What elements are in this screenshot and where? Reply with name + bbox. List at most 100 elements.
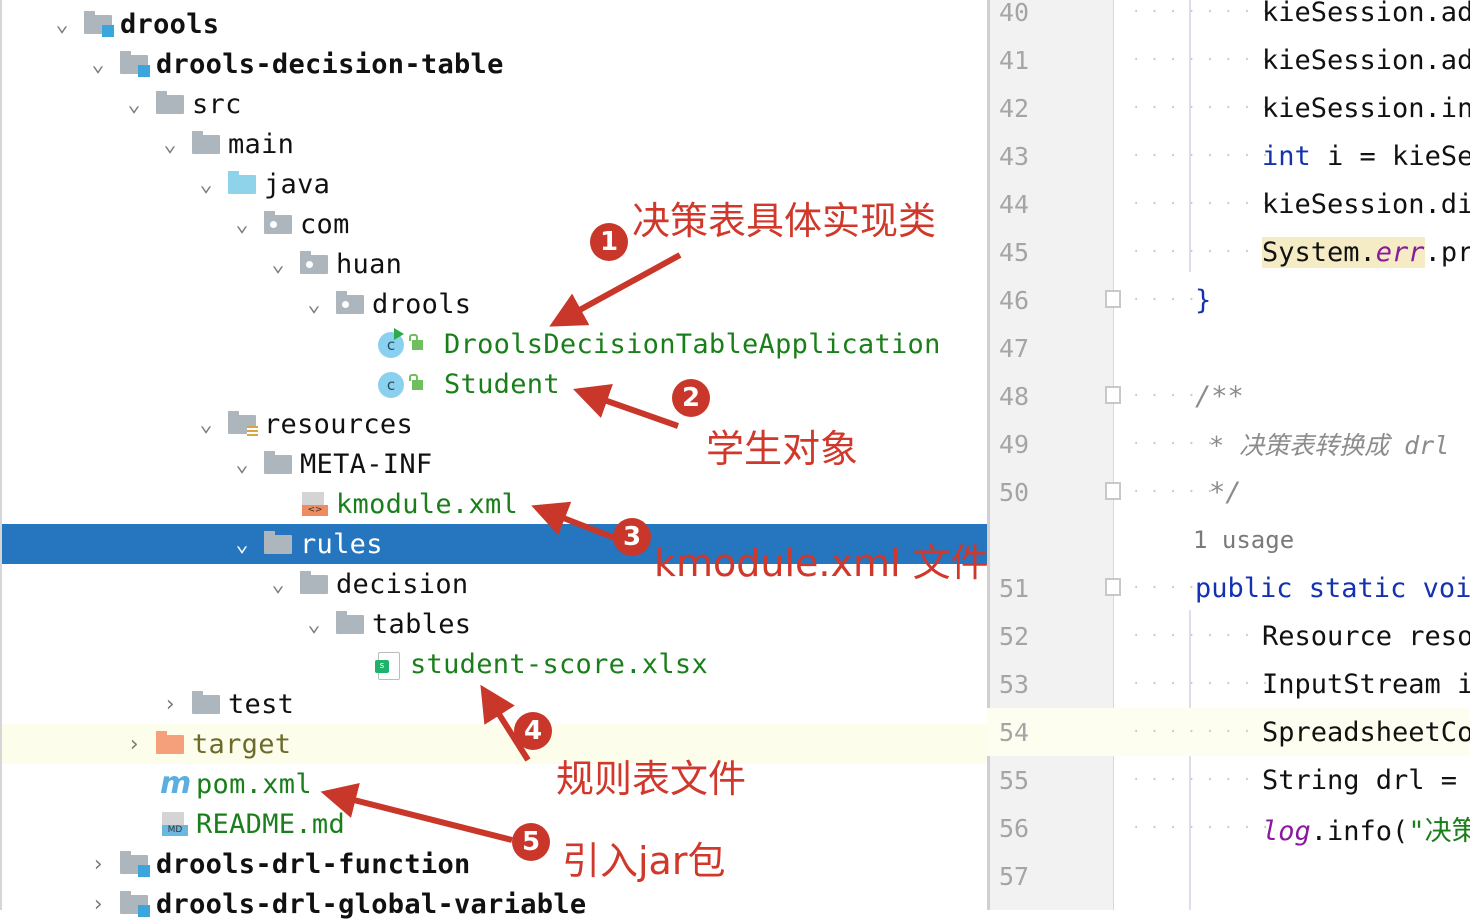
tree-item-drools-drl-function[interactable]: › drools-drl-function — [2, 844, 987, 884]
folder-icon — [336, 611, 366, 636]
fold-marker-icon[interactable] — [1105, 290, 1121, 308]
tree-item-student[interactable]: c Student — [2, 364, 987, 404]
annotation-badge-1: 1 — [590, 223, 628, 261]
code-line[interactable]: 56 ········ log.info("决策 — [987, 804, 1470, 852]
chevron-down-icon[interactable]: ⌄ — [122, 92, 146, 117]
tree-item-readme-md[interactable]: MD README.md — [2, 804, 987, 844]
tree-item-kmodule-xml[interactable]: <> kmodule.xml — [2, 484, 987, 524]
code-line[interactable]: 44 ········ kieSession.di — [987, 180, 1470, 228]
whitespace-dots: ········ — [1132, 52, 1280, 68]
folder-icon — [264, 531, 294, 556]
code-line[interactable]: 42 ········ kieSession.in — [987, 84, 1470, 132]
usage-hint-line[interactable]: 1 usage — [987, 516, 1470, 564]
tree-item-student-score-xlsx[interactable]: s student-score.xlsx — [2, 644, 987, 684]
tree-item-drools-package[interactable]: ⌄ drools — [2, 284, 987, 324]
chevron-down-icon[interactable]: ⌄ — [266, 572, 290, 597]
whitespace-dots: ········ — [1132, 724, 1280, 740]
module-folder-icon — [84, 11, 114, 37]
chevron-down-icon[interactable]: ⌄ — [302, 292, 326, 317]
annotation-badge-4: 4 — [514, 712, 552, 750]
chevron-down-icon[interactable]: ⌄ — [158, 132, 182, 157]
annotation-label-5: 引入jar包 — [562, 839, 726, 883]
excluded-folder-icon — [156, 731, 186, 756]
markdown-file-icon: MD — [160, 812, 190, 836]
annotation-label-4: 规则表文件 — [556, 757, 747, 801]
chevron-down-icon[interactable]: ⌄ — [266, 252, 290, 277]
tree-item-drools-drl-global-variable[interactable]: › drools-drl-global-variable — [2, 884, 987, 924]
module-folder-icon — [120, 51, 150, 77]
annotation-label-1: 决策表具体实现类 — [632, 199, 937, 243]
maven-file-icon: m — [160, 766, 192, 801]
spreadsheet-file-icon: s — [374, 652, 404, 680]
chevron-down-icon[interactable]: ⌄ — [230, 532, 254, 557]
chevron-right-icon[interactable]: › — [86, 852, 110, 877]
code-line[interactable]: 52 ········ Resource reso — [987, 612, 1470, 660]
code-line[interactable]: 41 ········ kieSession.ad — [987, 36, 1470, 84]
whitespace-dots: ········ — [1132, 148, 1280, 164]
chevron-down-icon[interactable]: ⌄ — [194, 412, 218, 437]
annotation-badge-5: 5 — [512, 823, 550, 861]
fold-marker-icon[interactable] — [1105, 386, 1121, 404]
tree-item-src[interactable]: ⌄ src — [2, 84, 987, 124]
folder-icon — [156, 91, 186, 116]
whitespace-dots: ········ — [1132, 628, 1280, 644]
code-line[interactable]: 45 ········ System.err.pr — [987, 228, 1470, 276]
code-line[interactable]: 46 ····} — [987, 276, 1470, 324]
chevron-right-icon[interactable]: › — [158, 692, 182, 717]
code-line[interactable]: 49 ····· * 决策表转换成 drl — [987, 420, 1470, 468]
annotation-badge-3: 3 — [613, 518, 651, 556]
code-line[interactable]: 40 ········ kieSession.ad — [987, 0, 1470, 36]
code-line[interactable]: 57 — [987, 852, 1470, 900]
annotation-label-2: 学生对象 — [706, 427, 859, 471]
tree-item-tables[interactable]: ⌄ tables — [2, 604, 987, 644]
chevron-right-icon[interactable]: › — [122, 732, 146, 757]
whitespace-dots: ········ — [1132, 4, 1280, 20]
xml-file-icon: <> — [300, 492, 330, 516]
fold-marker-icon[interactable] — [1105, 578, 1121, 596]
whitespace-dots: ········ — [1132, 676, 1280, 692]
code-editor[interactable]: 40 ········ kieSession.ad 41 ········ kieSes… — [987, 0, 1470, 910]
code-line[interactable]: 55 ········ String drl = — [987, 756, 1470, 804]
whitespace-dots: ········ — [1132, 244, 1280, 260]
code-line[interactable]: 47 — [987, 324, 1470, 372]
resources-folder-icon — [228, 411, 258, 438]
tree-item-huan[interactable]: ⌄ huan — [2, 244, 987, 284]
tree-item-test[interactable]: › test — [2, 684, 987, 724]
chevron-down-icon[interactable]: ⌄ — [86, 52, 110, 77]
folder-icon — [300, 571, 330, 596]
code-line[interactable]: 53 ········ InputStream i — [987, 660, 1470, 708]
code-line[interactable]: 51 ···· public static voi — [987, 564, 1470, 612]
package-icon — [336, 291, 366, 316]
folder-icon — [264, 451, 294, 476]
chevron-down-icon[interactable]: ⌄ — [230, 452, 254, 477]
whitespace-dots: ········ — [1132, 196, 1280, 212]
package-icon — [300, 251, 330, 276]
code-line[interactable]: 48 ····/** — [987, 372, 1470, 420]
folder-icon — [192, 691, 222, 716]
annotation-badge-2: 2 — [672, 379, 710, 417]
tree-item-target[interactable]: › target — [2, 724, 987, 764]
code-line-current[interactable]: 54 ········ SpreadsheetCo — [987, 708, 1470, 756]
whitespace-dots: ········ — [1132, 772, 1280, 788]
code-line[interactable]: 50 ····· */ — [987, 468, 1470, 516]
chevron-down-icon[interactable]: ⌄ — [194, 172, 218, 197]
folder-icon — [192, 131, 222, 156]
tree-item-drools[interactable]: ⌄ drools — [2, 4, 987, 44]
chevron-down-icon[interactable]: ⌄ — [230, 212, 254, 237]
module-folder-icon — [120, 891, 150, 917]
tree-item-main[interactable]: ⌄ main — [2, 124, 987, 164]
chevron-right-icon[interactable]: › — [86, 892, 110, 917]
tree-item-drools-decision-table[interactable]: ⌄ drools-decision-table — [2, 44, 987, 84]
whitespace-dots: ········ — [1132, 100, 1280, 116]
chevron-down-icon[interactable]: ⌄ — [302, 612, 326, 637]
code-line[interactable]: 43 ········ int i = kieSe — [987, 132, 1470, 180]
module-folder-icon — [120, 851, 150, 877]
annotation-label-3: kmodule.xml 文件 — [654, 541, 989, 585]
chevron-down-icon[interactable]: ⌄ — [50, 12, 74, 37]
tree-item-droolsdecisiontableapplication[interactable]: c DroolsDecisionTableApplication — [2, 324, 987, 364]
tree-item-pom-xml[interactable]: m pom.xml — [2, 764, 987, 804]
lock-open-icon — [409, 374, 423, 390]
whitespace-dots: ········ — [1132, 820, 1280, 836]
fold-marker-icon[interactable] — [1105, 482, 1121, 500]
class-icon: c — [378, 372, 438, 398]
